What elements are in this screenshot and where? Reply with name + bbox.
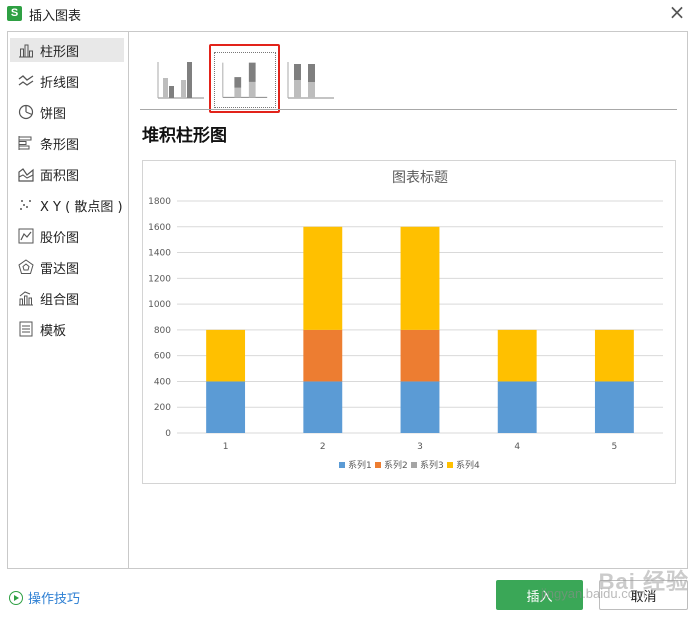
- title-bar: S 插入图表 ×: [0, 0, 695, 27]
- chart-subtype-title: 堆积柱形图: [142, 126, 227, 146]
- legend-swatch: [339, 462, 345, 468]
- sidebar-item-label: 折线图: [40, 75, 80, 91]
- sidebar-item-label: 股价图: [40, 230, 80, 246]
- tips-link[interactable]: 操作技巧: [9, 588, 80, 607]
- legend-swatch: [447, 462, 453, 468]
- legend-swatch: [375, 462, 381, 468]
- radar-chart-icon: [18, 259, 34, 274]
- sidebar-item-radar[interactable]: 雷达图: [10, 255, 124, 279]
- y-tick-label: 1600: [148, 223, 171, 233]
- bar-segment: [303, 329, 343, 382]
- cancel-button[interactable]: 取消: [599, 580, 688, 610]
- sidebar-item-bar[interactable]: 条形图: [10, 131, 124, 155]
- chart-title: 图表标题: [392, 170, 448, 186]
- legend-label: 系列3: [420, 459, 444, 471]
- divider: [140, 109, 677, 110]
- stacked-column-thumbnail[interactable]: [214, 52, 276, 108]
- sidebar-item-label: 饼图: [40, 106, 67, 122]
- bar-segment: [497, 329, 537, 382]
- y-tick-label: 0: [165, 429, 171, 439]
- legend-label: 系列4: [456, 459, 480, 471]
- x-tick-label: 3: [417, 442, 423, 452]
- clustered-column-thumbnail[interactable]: [150, 52, 212, 108]
- y-tick-label: 800: [154, 326, 171, 336]
- sidebar-item-template[interactable]: 模板: [10, 317, 124, 341]
- template-icon: [19, 321, 33, 337]
- y-tick-label: 1800: [148, 197, 171, 207]
- y-tick-label: 1200: [148, 274, 171, 284]
- close-button[interactable]: ×: [667, 2, 687, 23]
- bar-segment: [206, 329, 246, 382]
- sidebar-item-label: 柱形图: [40, 44, 80, 60]
- sidebar-item-line[interactable]: 折线图: [10, 69, 124, 93]
- sidebar-item-area[interactable]: 面积图: [10, 162, 124, 186]
- sidebar-item-pie[interactable]: 饼图: [10, 100, 124, 124]
- sidebar-item-combo[interactable]: 组合图: [10, 286, 124, 310]
- bar-segment: [497, 381, 537, 433]
- sidebar-item-label: 模板: [40, 323, 67, 339]
- sidebar-item-label: X Y ( 散点图 ): [40, 199, 123, 215]
- legend-swatch: [411, 462, 417, 468]
- pie-chart-icon: [18, 104, 34, 120]
- bar-segment: [594, 381, 634, 433]
- stock-chart-icon: [18, 228, 34, 244]
- bar-segment: [206, 381, 246, 433]
- app-logo-icon: S: [7, 6, 22, 21]
- tips-label: 操作技巧: [28, 592, 81, 607]
- y-tick-label: 1000: [148, 300, 171, 310]
- bar-segment: [594, 329, 634, 382]
- bar-segment: [400, 381, 440, 433]
- insert-button[interactable]: 插入: [496, 580, 583, 610]
- chart-preview: 图表标题 0 200 400 600 800 1000 1200 1400 1600 1800 1 2 3…: [142, 160, 676, 484]
- scatter-chart-icon: [20, 200, 31, 210]
- sidebar-item-column[interactable]: 柱形图: [10, 38, 124, 62]
- y-tick-label: 200: [154, 403, 171, 413]
- bar-segment: [303, 226, 343, 330]
- sidebar-item-scatter[interactable]: X Y ( 散点图 ): [10, 193, 124, 217]
- play-circle-icon: [9, 590, 23, 605]
- stacked-column-chart: 图表标题 0 200 400 600 800 1000 1200 1400 1600 1800 1 2 3…: [148, 170, 663, 471]
- y-tick-label: 600: [154, 352, 171, 362]
- area-chart-icon: [18, 168, 34, 182]
- x-tick-label: 5: [612, 442, 618, 452]
- x-tick-label: 2: [320, 442, 326, 452]
- sidebar-item-label: 面积图: [40, 168, 80, 184]
- y-tick-label: 400: [154, 377, 171, 387]
- x-tick-label: 4: [514, 442, 520, 452]
- bar-segment: [400, 226, 440, 330]
- dialog-body: 柱形图 折线图 饼图 条形图 面积图 X Y ( 散点图 ) 股价图 雷达图 组…: [7, 31, 688, 569]
- legend-label: 系列2: [384, 459, 408, 471]
- sidebar-item-label: 组合图: [40, 292, 80, 308]
- combo-chart-icon: [19, 291, 33, 306]
- bar-chart-icon: [18, 136, 32, 150]
- column-chart-icon: [19, 44, 33, 58]
- percent-stacked-column-thumbnail[interactable]: [280, 52, 342, 108]
- bar-segment: [303, 381, 343, 433]
- dialog-title: 插入图表: [29, 9, 82, 24]
- sidebar-item-label: 雷达图: [40, 261, 80, 277]
- x-tick-label: 1: [223, 442, 229, 452]
- legend-label: 系列1: [348, 459, 372, 471]
- sidebar-item-label: 条形图: [40, 137, 80, 153]
- bar-segment: [400, 329, 440, 382]
- chart-category-sidebar: 柱形图 折线图 饼图 条形图 面积图 X Y ( 散点图 ) 股价图 雷达图 组…: [8, 32, 129, 568]
- chart-preview-panel: 堆积柱形图 图表标题 0 200 400 600 800 1000 1200 1400 1600 1…: [130, 32, 687, 568]
- sidebar-item-stock[interactable]: 股价图: [10, 224, 124, 248]
- y-tick-label: 1400: [148, 249, 171, 259]
- line-chart-icon: [18, 75, 34, 86]
